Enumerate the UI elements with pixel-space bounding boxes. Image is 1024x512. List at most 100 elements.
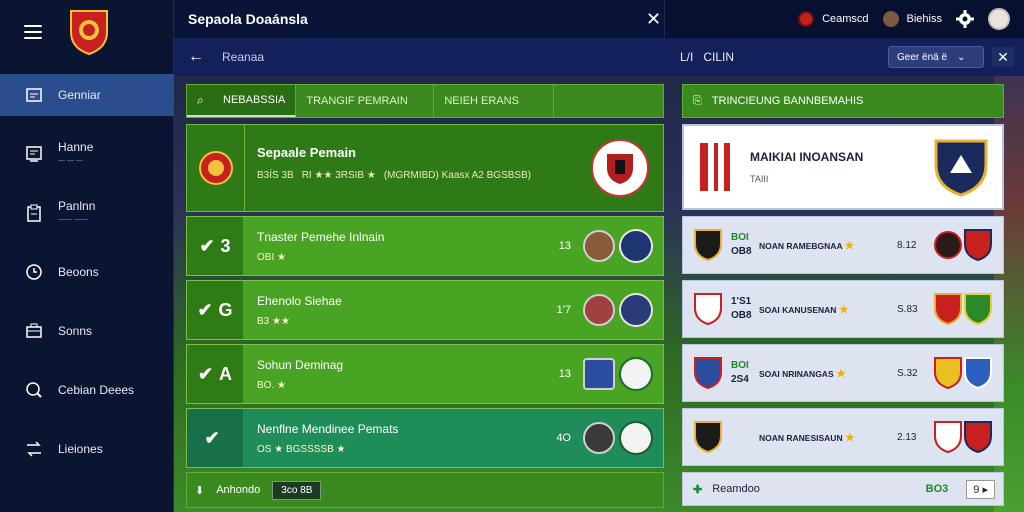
club-badge-icon	[619, 357, 653, 391]
player-row[interactable]: ✔ A Sohun Deminag BO. ★ 13	[186, 344, 664, 404]
star-icon: ★	[844, 239, 855, 252]
featured-meta-1: B3ÍS 3B	[257, 170, 294, 181]
featured-player-card[interactable]: Sepaale Pemain B3ÍS 3B RI ★★ 3RSIB ★ (MG…	[186, 124, 664, 212]
sidebar-item-dashboard[interactable]: Genniar	[0, 74, 174, 116]
row-number: A	[219, 363, 233, 384]
user-chip-label: Ceamscd	[822, 13, 869, 25]
check-icon[interactable]: ✔ A	[187, 345, 243, 403]
download-icon[interactable]: ⬇	[195, 484, 204, 497]
featured-player-meta: B3ÍS 3B RI ★★ 3RSIB ★ (MGRMIBD) Kaasx A2…	[257, 170, 579, 181]
player-score: 1'7	[556, 304, 571, 316]
check-icon[interactable]: ✔ 3	[187, 217, 243, 275]
player-row-selected[interactable]: ✔ Nenflne Mendinee Pemats OS ★ BGSSSSB ★ …	[186, 408, 664, 468]
avatar[interactable]	[988, 8, 1010, 30]
club-crest-icon	[934, 231, 962, 259]
player-row[interactable]: ✔ 3 Tnaster Pemehe Inlnain OBI ★ 13	[186, 216, 664, 276]
page-number: 9	[973, 483, 980, 496]
match-odds: S.83	[897, 303, 918, 315]
player-avatar	[583, 294, 615, 326]
player-meta: OS ★ BGSSSSB ★	[257, 443, 346, 455]
tab-other[interactable]: NEIEH ERANS	[434, 85, 555, 117]
tab-search[interactable]: ⌕ NEBABSSIA	[187, 85, 297, 117]
club-crest-icon	[934, 293, 962, 326]
match-row[interactable]: BOI OB8 NOAN RAMEBGNAA ★ 8.12	[682, 216, 1004, 274]
tab-bar: ⌕ NEBABSSIA TRANGIF PEMRAIN NEIEH ERANS	[186, 84, 664, 118]
player-row[interactable]: ✔ G Ehenolo Siehae B3 ★★ 1'7	[186, 280, 664, 340]
club-crest-icon	[694, 293, 722, 326]
header-user-area: Ceamscd Biehiss	[664, 0, 1024, 38]
match-name: NOAN RAMEBGNAA	[759, 240, 843, 251]
club-flag-icon	[583, 358, 615, 390]
page-next-button[interactable]: 9 ▸	[966, 479, 995, 499]
club-crest-icon	[694, 421, 722, 454]
chevron-down-icon: ⌄	[957, 51, 966, 63]
sidebar-item-finances[interactable]: Sonns	[0, 310, 174, 352]
featured-match-card[interactable]: MAIKIAI INOANSAN TAIII	[682, 124, 1004, 210]
tab-transfer[interactable]: TRANGIF PEMRAIN	[296, 85, 435, 117]
fixtures-title: TRINCIEUNG BANNBEMAHIS	[711, 95, 864, 107]
page-title: Sepaola Doaánsla	[188, 11, 308, 27]
sidebar-item-planning[interactable]: Panlnn —— ——	[0, 192, 174, 234]
player-avatar	[583, 422, 615, 454]
sidebar-item-label: Panlnn	[58, 199, 96, 213]
briefcase-icon	[24, 321, 44, 341]
footer-label: Anhondo	[216, 484, 261, 496]
club-flag-icon	[700, 143, 730, 191]
match-score-home: BOI	[731, 232, 749, 243]
filter-select-value: Geer ënä ë	[897, 51, 948, 63]
club-crest-icon	[694, 229, 722, 262]
sidebar-item-schedule[interactable]: Beoons	[0, 251, 174, 293]
plus-icon[interactable]: ✚	[693, 483, 702, 496]
sidebar-item-scouting[interactable]: Cebian Deees	[0, 369, 174, 411]
player-meta: B3 ★★	[257, 315, 290, 327]
sidebar-item-transfers[interactable]: Lieiones	[0, 428, 174, 470]
gear-icon[interactable]	[956, 10, 974, 28]
squad-icon	[24, 144, 44, 164]
club-crest-icon	[70, 10, 108, 56]
club-badge-icon	[619, 229, 653, 263]
club-crest-icon	[964, 421, 992, 454]
close-icon[interactable]: ✕	[646, 9, 662, 30]
sidebar-item-label: Hanne	[58, 140, 94, 154]
match-score-away: 2S4	[731, 374, 749, 385]
close-icon[interactable]: ✕	[992, 47, 1014, 67]
check-icon[interactable]: ✔	[187, 409, 243, 467]
fixtures-footer: ✚ Reamdoo BO3 9 ▸	[682, 472, 1004, 506]
filter-select[interactable]: Geer ënä ë ⌄	[888, 46, 984, 68]
player-list-panel: ⌕ NEBABSSIA TRANGIF PEMRAIN NEIEH ERANS …	[186, 84, 664, 508]
menu-icon[interactable]	[24, 25, 42, 39]
user-chip-2[interactable]: Biehiss	[882, 11, 942, 27]
star-icon: ★	[838, 303, 849, 316]
match-row[interactable]: 1'S1 OB8 SOAI KANUSENAN ★ S.83	[682, 280, 1004, 338]
player-score: 4O	[556, 432, 571, 444]
user-chip-1[interactable]: Ceamscd	[798, 11, 869, 27]
opponent-crest-icon	[591, 139, 649, 197]
featured-meta-3: (MGRMIBD) Kaasx A2 BGSBSB)	[383, 170, 532, 181]
dashboard-icon	[24, 85, 44, 105]
top-header: Sepaola Doaánsla ✕ Ceamscd Biehiss	[174, 0, 1024, 38]
match-row[interactable]: BOI 2S4 SOAI NRINANGAS ★ S.32	[682, 344, 1004, 402]
transfer-icon	[24, 439, 44, 459]
sidebar-item-sublabel: — — —	[58, 157, 83, 164]
back-arrow-icon[interactable]: ←	[188, 48, 208, 66]
star-icon: ★	[844, 431, 855, 444]
sub-header: ← Reanaa L/I CILIN Geer ënä ë ⌄ ✕	[174, 38, 1024, 76]
fixtures-header: ⎘ TRINCIEUNG BANNBEMAHIS	[682, 84, 1004, 118]
sidebar-item-label: Sonns	[58, 323, 93, 338]
sidebar-item-squad[interactable]: Hanne — — —	[0, 133, 174, 175]
match-row[interactable]: NOAN RANESISAUN ★ 2.13	[682, 408, 1004, 466]
breadcrumb: Reanaa	[222, 50, 265, 64]
clipboard-icon	[24, 203, 44, 223]
footer-pill[interactable]: 3co 8B	[272, 480, 322, 500]
sidebar-item-sublabel: —— ——	[58, 216, 88, 223]
star-icon: ★	[836, 367, 846, 380]
featured-player-name: Sepaale Pemain	[257, 145, 356, 160]
check-icon[interactable]: ✔ G	[187, 281, 243, 339]
match-score-away: OB8	[731, 246, 752, 257]
tab-label: NEBABSSIA	[223, 94, 286, 106]
row-number: 3	[220, 235, 231, 256]
featured-match-title: MAIKIAI INOANSAN	[750, 150, 864, 164]
featured-meta-2: RI ★★ 3RSIB ★	[301, 170, 376, 181]
tab-label: TRANGIF PEMRAIN	[306, 95, 408, 107]
club-crest-icon	[934, 139, 988, 197]
